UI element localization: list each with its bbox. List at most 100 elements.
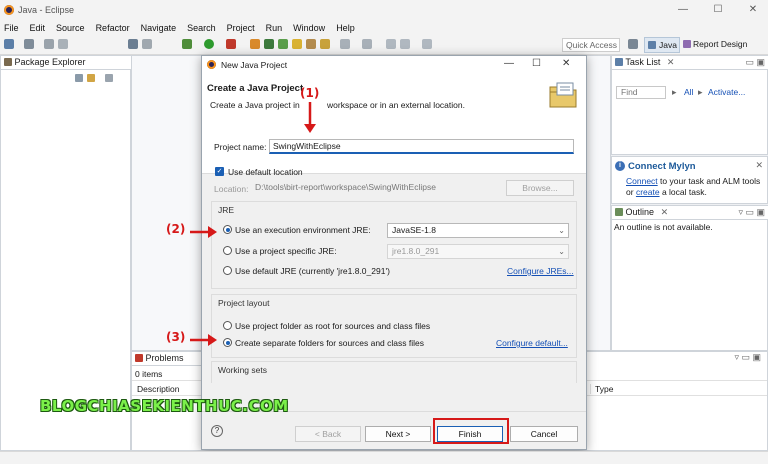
minimize-view-icon[interactable]: ▭ ▣	[745, 56, 765, 69]
debug-icon[interactable]	[182, 39, 192, 49]
annotation-next-icon[interactable]	[340, 39, 350, 49]
menu-file[interactable]: File	[4, 23, 19, 33]
activate-task-link[interactable]: Activate...	[708, 87, 745, 97]
dialog-close-button[interactable]: ✕	[562, 58, 570, 69]
annotation-arrow-1	[304, 102, 316, 133]
quick-access-input[interactable]: Quick Access	[562, 38, 620, 52]
info-icon: i	[615, 161, 625, 171]
save-icon[interactable]	[24, 39, 34, 49]
layout-separate-radio[interactable]	[223, 338, 232, 347]
all-tasks-link[interactable]: All	[684, 87, 693, 97]
tab-outline[interactable]: Outline ✕ ▿ ▭ ▣	[612, 206, 768, 220]
finish-highlight-box	[433, 418, 509, 444]
collapse-all-icon[interactable]	[75, 74, 83, 82]
jre-specific-radio[interactable]	[223, 246, 232, 255]
menu-window[interactable]: Window	[293, 23, 325, 33]
tab-task-list[interactable]: Task List ✕ ▭ ▣	[612, 56, 768, 70]
column-description[interactable]: Description	[137, 384, 180, 394]
new-java-project-icon[interactable]	[250, 39, 260, 49]
print-icon[interactable]	[58, 39, 68, 49]
report-design-icon	[683, 40, 691, 48]
location-input[interactable]: D:\tools\birt-report\workspace\SwingWith…	[252, 181, 497, 195]
working-sets-group: Working sets	[211, 361, 577, 383]
problems-icon	[135, 354, 143, 362]
tab-package-explorer[interactable]: Package Explorer	[1, 56, 132, 70]
jre-default-radio[interactable]	[223, 266, 232, 275]
back-button[interactable]: < Back	[295, 426, 361, 442]
configure-jres-link[interactable]: Configure JREs...	[507, 266, 574, 276]
problems-title: Problems	[145, 353, 184, 363]
view-controls-icon[interactable]: ▿ ▭ ▣	[734, 352, 761, 363]
menu-source[interactable]: Source	[56, 23, 85, 33]
new-package-icon[interactable]	[264, 39, 274, 49]
chevron-right-icon: ▸	[672, 87, 677, 97]
menu-project[interactable]: Project	[227, 23, 255, 33]
new-class-icon[interactable]	[278, 39, 288, 49]
menu-help[interactable]: Help	[336, 23, 355, 33]
maximize-button[interactable]: ☐	[703, 0, 733, 20]
search-icon[interactable]	[320, 39, 330, 49]
jre-exec-env-select[interactable]: JavaSE-1.8 ⌄	[387, 223, 569, 238]
perspective-java[interactable]: Java	[644, 37, 680, 53]
run-icon[interactable]	[204, 39, 214, 49]
dialog-minimize-button[interactable]: —	[504, 58, 514, 69]
close-tab-icon[interactable]: ✕	[661, 207, 669, 217]
menu-navigate[interactable]: Navigate	[141, 23, 177, 33]
jre-exec-env-radio[interactable]	[223, 225, 232, 234]
new-icon[interactable]	[4, 39, 14, 49]
back-nav-icon[interactable]	[386, 39, 396, 49]
menu-run[interactable]: Run	[266, 23, 283, 33]
window-titlebar: Java - Eclipse — ☐ ✕	[0, 0, 768, 20]
outline-panel: Outline ✕ ▿ ▭ ▣ An outline is not availa…	[611, 205, 768, 351]
jre-specific-select[interactable]: jre1.8.0_291 ⌄	[387, 244, 569, 259]
link-with-editor-icon[interactable]	[87, 74, 95, 82]
eclipse-logo-icon	[4, 5, 14, 15]
close-tab-icon[interactable]: ✕	[667, 57, 675, 67]
working-sets-label: Working sets	[218, 365, 267, 375]
undo-icon[interactable]	[142, 39, 152, 49]
chevron-down-icon: ⌄	[558, 247, 565, 256]
connect-link[interactable]: Connect	[626, 176, 658, 186]
perspective-report-design[interactable]: Report Design	[682, 37, 768, 53]
connect-mylyn-panel: i Connect Mylyn ✕ Connect to your task a…	[611, 156, 768, 204]
save-all-icon[interactable]	[44, 39, 54, 49]
layout-root-label: Use project folder as root for sources a…	[235, 321, 431, 331]
pointer-icon[interactable]	[128, 39, 138, 49]
tab-problems[interactable]: Problems	[132, 352, 202, 366]
cancel-button[interactable]: Cancel	[510, 426, 578, 442]
mylyn-line2: or create a local task.	[626, 187, 707, 197]
minimize-button[interactable]: —	[668, 0, 698, 20]
menu-search[interactable]: Search	[187, 23, 216, 33]
package-explorer-title: Package Explorer	[14, 57, 86, 67]
package-explorer-icon	[4, 58, 12, 66]
new-project-wizard-icon	[549, 82, 579, 108]
external-tools-icon[interactable]	[226, 39, 236, 49]
layout-root-radio[interactable]	[223, 321, 232, 330]
view-controls-icon[interactable]: ▿ ▭ ▣	[738, 206, 765, 219]
open-task-icon[interactable]	[306, 39, 316, 49]
next-button[interactable]: Next >	[365, 426, 431, 442]
project-name-input[interactable]: SwingWithEclipse	[269, 139, 574, 154]
help-icon[interactable]: ?	[211, 425, 223, 437]
configure-default-link[interactable]: Configure default...	[496, 338, 568, 348]
use-default-location-checkbox[interactable]: ✓	[215, 167, 224, 176]
history-icon[interactable]	[422, 39, 432, 49]
column-type[interactable]: Type	[590, 384, 613, 394]
mylyn-line1: Connect to your task and ALM tools	[626, 176, 760, 186]
browse-button[interactable]: Browse...	[506, 180, 574, 196]
menu-refactor[interactable]: Refactor	[96, 23, 130, 33]
menu-edit[interactable]: Edit	[30, 23, 46, 33]
problems-count: 0 items	[135, 369, 163, 379]
create-task-link[interactable]: create	[636, 187, 660, 197]
annotation-prev-icon[interactable]	[362, 39, 372, 49]
find-task-input[interactable]: Find	[616, 86, 666, 99]
open-perspective-icon[interactable]	[628, 39, 638, 49]
open-type-icon[interactable]	[292, 39, 302, 49]
close-icon[interactable]: ✕	[755, 160, 763, 171]
dialog-subtitle-part2: workspace or in an external location.	[327, 100, 465, 110]
dialog-maximize-button[interactable]: ☐	[532, 58, 541, 69]
forward-nav-icon[interactable]	[400, 39, 410, 49]
close-window-button[interactable]: ✕	[738, 0, 768, 20]
view-menu-icon[interactable]	[105, 74, 113, 82]
main-toolbar: Quick Access Java Report Design	[0, 35, 768, 55]
